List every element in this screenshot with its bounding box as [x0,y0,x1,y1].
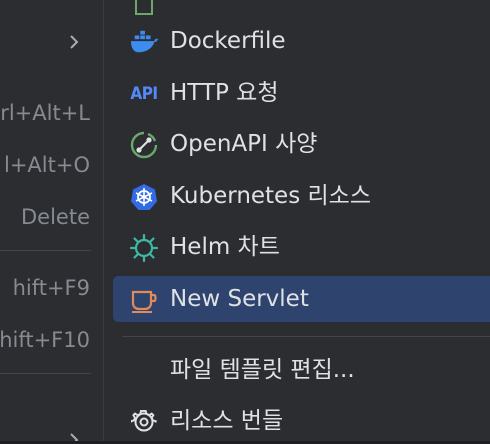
servlet-cup-icon [130,286,158,314]
menu-separator [0,250,91,251]
menu-item-http-request[interactable]: API HTTP 요청 [113,70,490,116]
kubernetes-icon [130,183,158,211]
menu-item-new-servlet[interactable]: New Servlet [113,276,490,322]
menu-item-resource-bundle[interactable]: 리소스 번들 [113,398,490,444]
menu-item-edit-file-templates[interactable]: 파일 템플릿 편집... [113,347,490,393]
api-icon: API [130,84,158,104]
menu-item-label: New Servlet [170,286,309,312]
menu-item-helm-chart[interactable]: Helm 차트 [113,224,490,270]
delete-shortcut[interactable]: Delete [21,203,90,231]
menu-item-label: Kubernetes 리소스 [170,183,371,209]
menu-item-kubernetes-resource[interactable]: Kubernetes 리소스 [113,173,490,219]
menu-separator [0,373,91,374]
menu-item-label: HTTP 요청 [170,80,279,106]
submenu-separator [122,336,490,337]
menu-item-label: 파일 템플릿 편집... [170,357,355,383]
helm-icon [130,234,158,262]
gear-icon [130,408,158,436]
openapi-icon [130,131,158,159]
chevron-right-icon [70,35,79,49]
chevron-right-icon [70,433,79,441]
docker-icon [130,28,158,56]
menu-item-label: Dockerfile [170,28,286,54]
parent-context-menu: rl+Alt+L l+Alt+O Delete hift+F9 hift+F10 [0,0,103,441]
menu-item-label: OpenAPI 사양 [170,131,318,157]
menu-item-label: Helm 차트 [170,234,280,260]
rebuild-shortcut[interactable]: hift+F10 [0,326,90,354]
build-shortcut[interactable]: hift+F9 [13,274,90,302]
new-file-submenu: Dockerfile API HTTP 요청 OpenAPI 사양 Kubern… [104,0,490,441]
menu-item-label: 리소스 번들 [170,408,284,434]
reformat-code-shortcut[interactable]: rl+Alt+L [0,99,90,127]
package-icon [130,0,158,20]
optimize-imports-shortcut[interactable]: l+Alt+O [4,151,90,179]
menu-item-dockerfile[interactable]: Dockerfile [113,18,490,64]
menu-item-openapi[interactable]: OpenAPI 사양 [113,121,490,167]
